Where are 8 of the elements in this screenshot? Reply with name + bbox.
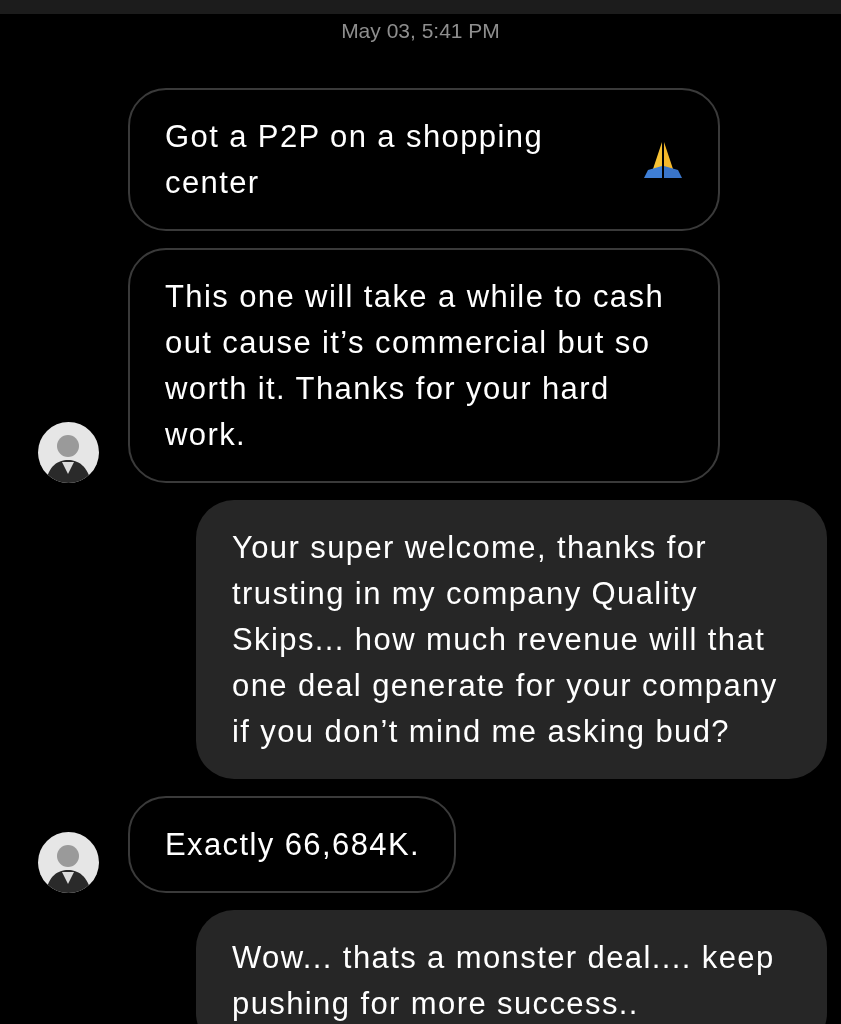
message-bubble: Your super welcome, thanks for trusting in my company Quality Skips... how much revenue will that one deal generate for your company if you don’t mind me asking bud? — [196, 500, 827, 779]
message-bubble: This one will take a while to cash out cause it’s commercial but so worth it. Thanks for your hard work. — [128, 248, 720, 483]
message-bubble: Exactly 66,684K. — [128, 796, 457, 893]
message-bubble: Wow... thats a monster deal.... keep pushing for more success.. — [196, 910, 827, 1024]
message-text: Got a P2P on a shopping center — [165, 118, 545, 202]
timestamp: May 03, 5:41 PM — [340, 18, 501, 44]
avatar[interactable] — [38, 832, 99, 893]
avatar[interactable] — [38, 422, 99, 483]
